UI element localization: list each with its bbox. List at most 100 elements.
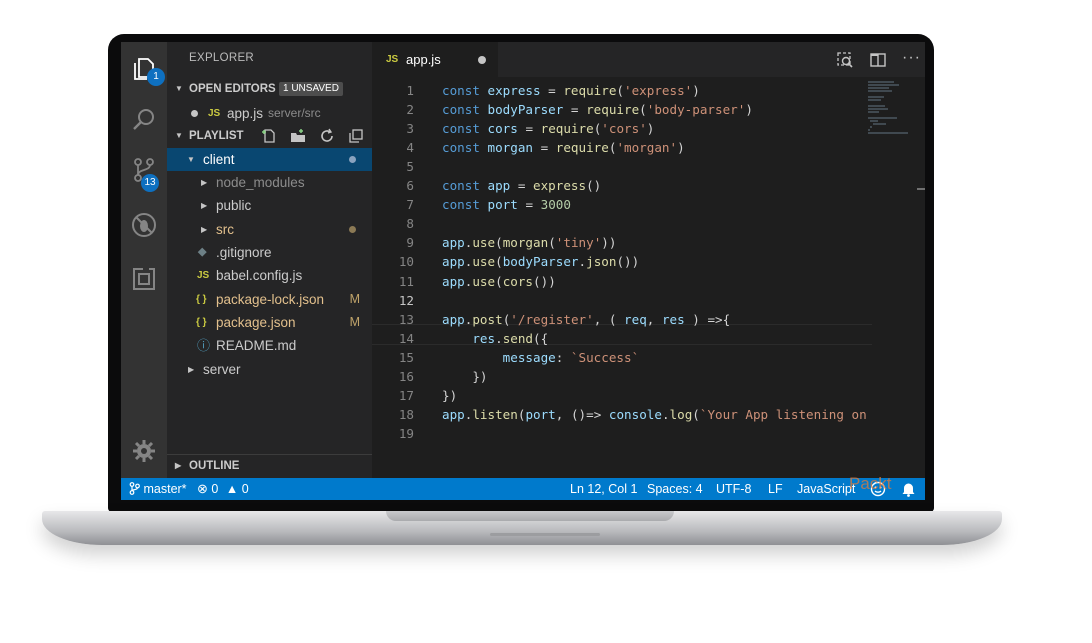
info-file-icon: ⓘ [197, 338, 211, 353]
notifications-bell-icon[interactable] [901, 481, 916, 500]
code-line[interactable]: app.use(cors()) [442, 272, 556, 291]
line-number: 7 [406, 197, 414, 213]
code-line[interactable]: }) [442, 386, 457, 405]
code-line[interactable]: const morgan = require('morgan') [442, 138, 685, 157]
line-number: 19 [398, 425, 414, 441]
minimap-line [868, 117, 897, 119]
line-number: 14 [398, 330, 414, 346]
laptop-notch [386, 511, 674, 521]
vscode-window: 1 13 EXPLORER ▼ OPEN EDITORS 1 UNSAVED J… [121, 42, 925, 500]
minimap-line [868, 99, 881, 101]
source-control-icon[interactable]: 13 [129, 155, 159, 192]
code-line[interactable]: }) [442, 367, 487, 386]
git-status-badge: M [349, 292, 360, 306]
extensions-icon[interactable] [129, 264, 159, 294]
code-editor[interactable]: 1 2 3 4 5 6 7 8 9 10 11 12 13 14 15 16 17 18 19 const expr… [372, 77, 925, 478]
line-number: 5 [406, 159, 414, 175]
tree-item-server[interactable]: ▶ server [167, 358, 372, 381]
line-number: 1 [406, 83, 414, 98]
js-file-icon: JS [386, 54, 399, 65]
code-line[interactable]: const port = 3000 [442, 195, 571, 214]
scrollbar-marker[interactable] [917, 188, 925, 190]
open-editor-filename: app.js [227, 106, 264, 121]
playlist-section[interactable]: ▼ PLAYLIST [167, 125, 372, 147]
tree-item-label: public [216, 198, 252, 213]
code-line[interactable]: app.use(bodyParser.json()) [442, 252, 639, 271]
unsaved-badge: 1 UNSAVED [279, 82, 343, 96]
chevron-down-icon: ▼ [175, 131, 183, 140]
git-file-icon: ◆ [198, 246, 207, 258]
search-icon[interactable] [129, 105, 159, 135]
code-line[interactable]: const express = require('express') [442, 81, 700, 100]
tree-item-package-lock[interactable]: { } package-lock.json M [167, 288, 372, 311]
encoding[interactable]: UTF-8 [716, 478, 751, 500]
line-number: 12 [398, 292, 414, 308]
chevron-right-icon: ▶ [201, 201, 208, 210]
open-editor-item[interactable]: JS app.js server/src [167, 102, 372, 125]
js-file-icon: JS [197, 270, 210, 281]
code-line[interactable]: const app = express() [442, 176, 601, 195]
modified-dot-icon [349, 156, 356, 163]
line-number: 4 [406, 140, 414, 156]
git-status-badge: M [349, 315, 360, 329]
code-line[interactable]: const bodyParser = require('body-parser'… [442, 100, 753, 119]
tree-item-readme[interactable]: ⓘ README.md [167, 334, 372, 357]
line-ending[interactable]: LF [768, 478, 783, 500]
debug-icon[interactable] [129, 210, 159, 240]
outline-section[interactable]: ▶ OUTLINE [167, 454, 372, 477]
tree-item-public[interactable]: ▶ public [167, 194, 372, 217]
tree-item-label: node_modules [216, 175, 305, 190]
chevron-right-icon: ▶ [175, 461, 182, 470]
line-number: 9 [406, 235, 414, 251]
minimap-line [868, 90, 892, 92]
explorer-icon[interactable]: 1 [129, 54, 165, 86]
more-actions-icon[interactable]: ··· [902, 49, 921, 67]
tree-item-gitignore[interactable]: ◆ .gitignore [167, 241, 372, 264]
open-preview-icon[interactable] [836, 51, 854, 74]
cursor-position[interactable]: Ln 12, Col 1 [570, 478, 637, 500]
tree-item-client[interactable]: ▼ client [167, 148, 372, 171]
language-mode[interactable]: JavaScript [797, 478, 855, 500]
settings-gear-icon[interactable] [129, 436, 159, 466]
collapse-all-icon[interactable] [348, 125, 364, 147]
line-number: 15 [398, 349, 414, 365]
laptop-base-groove [490, 533, 600, 536]
line-number: 11 [398, 273, 414, 289]
chevron-down-icon: ▼ [175, 84, 183, 93]
code-line[interactable]: message: `Success` [442, 348, 640, 367]
code-line[interactable]: app.use(morgan('tiny')) [442, 233, 616, 252]
line-number: 6 [406, 178, 414, 194]
chevron-down-icon: ▼ [187, 155, 195, 164]
minimap-line [868, 108, 888, 110]
tree-item-babel-config[interactable]: JS babel.config.js [167, 264, 372, 287]
tree-item-src[interactable]: ▶ src [167, 218, 372, 241]
unsaved-dot-icon[interactable] [478, 56, 486, 64]
minimap-line [868, 81, 894, 83]
tree-item-node-modules[interactable]: ▶ node_modules [167, 171, 372, 194]
tab-app-js[interactable]: JS app.js [372, 42, 498, 77]
indentation[interactable]: Spaces: 4 [647, 478, 703, 500]
unsaved-dot-icon [191, 110, 198, 117]
code-line[interactable]: const cors = require('cors') [442, 119, 654, 138]
code-line[interactable]: app.post('/register', ( req, res ) =>{ [442, 310, 730, 329]
open-editors-section[interactable]: ▼ OPEN EDITORS 1 UNSAVED [167, 78, 372, 100]
tree-item-package-json[interactable]: { } package.json M [167, 311, 372, 334]
minimap[interactable] [868, 77, 918, 137]
modified-dot-icon [349, 226, 356, 233]
problems-item[interactable]: ⊗ 0 ▲ 0 [197, 478, 249, 500]
json-file-icon: { } [196, 294, 207, 305]
refresh-icon[interactable] [319, 125, 335, 147]
minimap-line [868, 111, 880, 113]
code-line[interactable]: app.listen(port, ()=> console.log(`Your … [442, 405, 867, 424]
new-file-icon[interactable] [261, 125, 277, 147]
tree-item-label: client [203, 152, 235, 167]
branch-item[interactable]: master* [129, 478, 187, 500]
explorer-badge: 1 [147, 68, 165, 86]
split-editor-icon[interactable] [869, 51, 887, 74]
new-folder-icon[interactable] [290, 125, 306, 147]
minimap-line [872, 123, 887, 125]
line-number: 3 [406, 121, 414, 137]
git-branch-icon [129, 482, 143, 496]
code-line[interactable]: res.send({ [442, 329, 548, 348]
outline-label: OUTLINE [189, 460, 240, 472]
